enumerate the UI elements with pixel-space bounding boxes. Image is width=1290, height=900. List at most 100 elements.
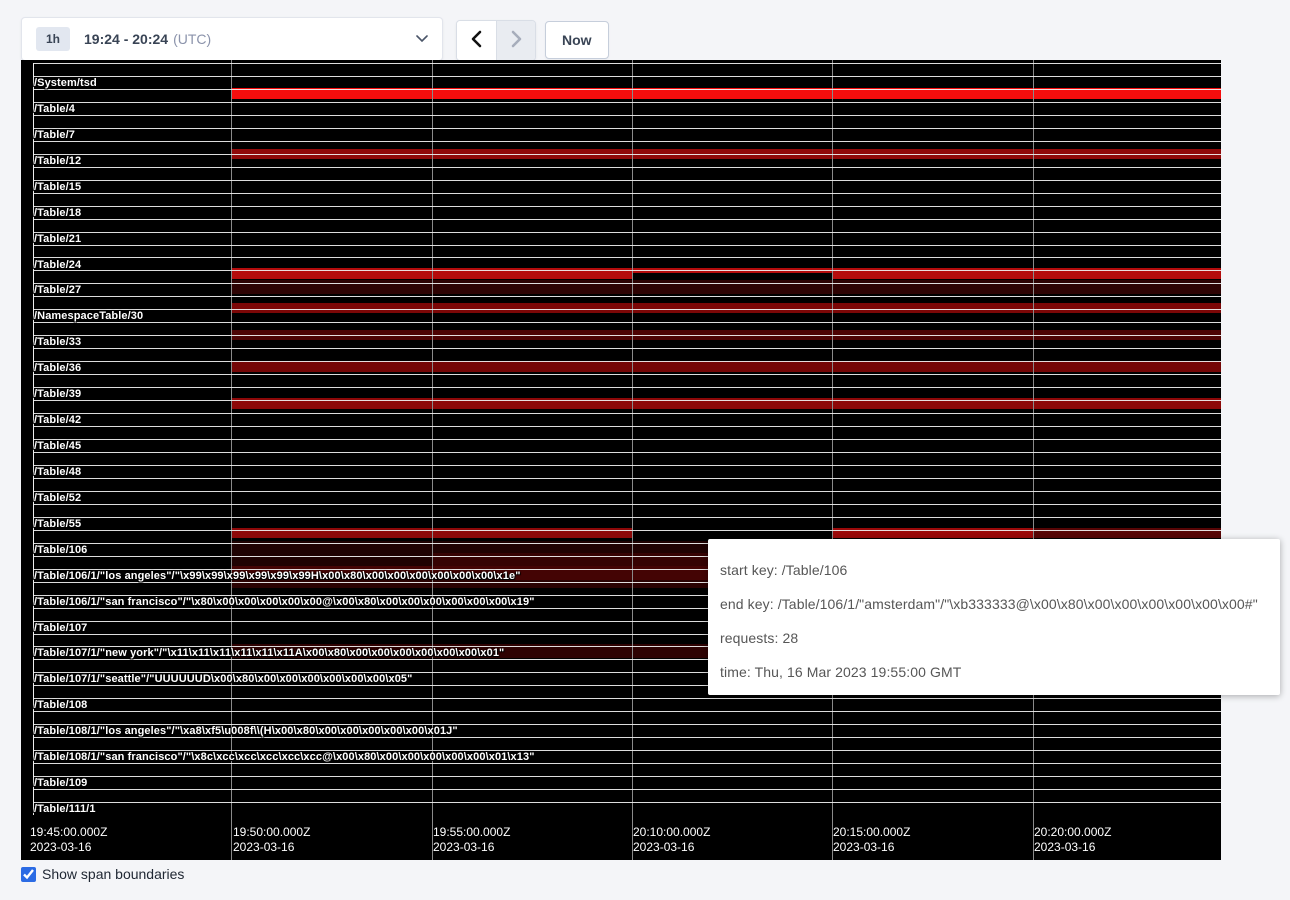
chevron-down-icon	[416, 35, 428, 43]
span-boundary-line	[33, 257, 1221, 258]
axis-tick-date: 2023-03-16	[433, 840, 510, 855]
row-label: /Table/55	[34, 518, 81, 530]
span-boundary-line	[33, 491, 1221, 492]
row-label: /Table/12	[34, 155, 81, 167]
row-label: /Table/106/1/"los angeles"/"\x99\x99\x99…	[34, 570, 521, 582]
axis-tick-time: 19:55:00.000Z	[433, 825, 510, 840]
row-label: /Table/106/1/"san francisco"/"\x80\x00\x…	[34, 596, 535, 608]
tooltip-requests: requests: 28	[720, 628, 1268, 648]
row-label: /Table/42	[34, 414, 81, 426]
span-boundary-line	[33, 296, 1221, 297]
row-label: /Table/109	[34, 777, 87, 789]
chevron-right-icon	[511, 30, 522, 51]
prev-time-button[interactable]	[457, 21, 496, 60]
span-boundary-line	[33, 270, 1221, 271]
span-boundary-line	[33, 141, 1221, 142]
heat-band[interactable]	[632, 273, 832, 279]
span-boundary-line	[33, 206, 1221, 207]
row-label: /Table/111/1	[34, 803, 96, 815]
axis-tick-date: 2023-03-16	[233, 840, 310, 855]
row-label: /Table/108/1/"los angeles"/"\xa8\xf5\u00…	[34, 725, 458, 737]
row-label: /Table/18	[34, 207, 81, 219]
span-boundary-line	[33, 115, 1221, 116]
row-label: /Table/45	[34, 440, 81, 452]
timezone-text: (UTC)	[173, 31, 211, 47]
row-label: /Table/21	[34, 233, 81, 245]
span-boundary-line	[33, 128, 1221, 129]
axis-tick: 20:20:00.000Z2023-03-16	[1034, 825, 1111, 854]
time-nav-group	[456, 20, 536, 61]
axis-tick-date: 2023-03-16	[833, 840, 910, 855]
chevron-left-icon	[471, 30, 482, 51]
heat-band[interactable]	[232, 361, 1221, 372]
span-boundary-line	[33, 219, 1221, 220]
span-boundary-line	[33, 322, 1221, 323]
span-boundary-line	[33, 530, 1221, 531]
row-label: /Table/106	[34, 544, 87, 556]
span-boundary-line	[33, 348, 1221, 349]
span-boundary-line	[33, 335, 1221, 336]
tooltip-end-key: end key: /Table/106/1/"amsterdam"/"\xb33…	[720, 594, 1268, 614]
axis-tick: 19:50:00.000Z2023-03-16	[233, 825, 310, 854]
span-boundary-line	[33, 711, 1221, 712]
next-time-button[interactable]	[496, 21, 535, 60]
heat-band[interactable]	[232, 303, 1221, 313]
axis-tick: 20:10:00.000Z2023-03-16	[633, 825, 710, 854]
row-label: /Table/7	[34, 129, 75, 141]
row-label: /Table/48	[34, 466, 81, 478]
row-label: /Table/33	[34, 336, 81, 348]
axis-tick-time: 20:20:00.000Z	[1034, 825, 1111, 840]
row-label: /Table/107/1/"seattle"/"UUUUUUD\x00\x80\…	[34, 673, 412, 685]
time-preset-badge: 1h	[36, 27, 70, 51]
span-boundary-line	[33, 374, 1221, 375]
row-label: /Table/36	[34, 362, 81, 374]
span-boundary-line	[33, 504, 1221, 505]
span-boundary-line	[33, 89, 1221, 90]
span-boundary-line	[33, 154, 1221, 155]
axis-tick: 20:15:00.000Z2023-03-16	[833, 825, 910, 854]
span-boundary-line	[33, 802, 1221, 803]
time-range-text: 19:24 - 20:24	[84, 31, 168, 47]
tooltip-start-key: start key: /Table/106	[720, 560, 1268, 580]
now-button[interactable]: Now	[545, 21, 609, 59]
row-label: /Table/15	[34, 181, 81, 193]
axis-tick-date: 2023-03-16	[1034, 840, 1111, 855]
span-boundary-line	[33, 361, 1221, 362]
row-label: /Table/107/1/"new york"/"\x11\x11\x11\x1…	[34, 647, 504, 659]
row-label: /Table/108/1/"san francisco"/"\x8c\xcc\x…	[34, 751, 535, 763]
span-boundary-line	[33, 413, 1221, 414]
span-boundary-line	[33, 426, 1221, 427]
span-boundary-line	[33, 478, 1221, 479]
heat-band[interactable]	[432, 553, 721, 566]
tooltip-time: time: Thu, 16 Mar 2023 19:55:00 GMT	[720, 662, 1268, 682]
span-boundary-line	[33, 309, 1221, 310]
axis-tick-date: 2023-03-16	[30, 840, 107, 855]
key-visualizer-canvas[interactable]: /System/tsd/Table/4/Table/7/Table/12/Tab…	[21, 60, 1221, 860]
row-label: /Table/108	[34, 699, 87, 711]
span-boundary-line	[33, 387, 1221, 388]
span-boundary-line	[33, 167, 1221, 168]
row-label: /Table/24	[34, 259, 81, 271]
span-boundary-line	[33, 76, 1221, 77]
axis-tick-time: 19:45:00.000Z	[30, 825, 107, 840]
axis-tick: 19:45:00.000Z2023-03-16	[30, 825, 107, 854]
span-boundaries-checkbox[interactable]	[21, 867, 36, 882]
row-label: /System/tsd	[34, 77, 97, 89]
axis-tick-time: 20:10:00.000Z	[633, 825, 710, 840]
span-boundary-line	[33, 789, 1221, 790]
span-boundary-line	[33, 102, 1221, 103]
time-range-selector[interactable]: 1h 19:24 - 20:24 (UTC)	[21, 17, 443, 61]
span-boundary-line	[33, 776, 1221, 777]
axis-tick: 19:55:00.000Z2023-03-16	[433, 825, 510, 854]
span-boundary-line	[33, 465, 1221, 466]
span-boundary-line	[33, 698, 1221, 699]
span-boundary-line	[33, 283, 1221, 284]
span-boundary-line	[33, 439, 1221, 440]
row-label: /NamespaceTable/30	[34, 310, 143, 322]
row-label: /Table/27	[34, 284, 81, 296]
span-boundary-line	[33, 232, 1221, 233]
span-boundaries-toggle: Show span boundaries	[21, 866, 184, 882]
span-boundary-line	[33, 193, 1221, 194]
row-label: /Table/52	[34, 492, 81, 504]
axis-tick-time: 20:15:00.000Z	[833, 825, 910, 840]
